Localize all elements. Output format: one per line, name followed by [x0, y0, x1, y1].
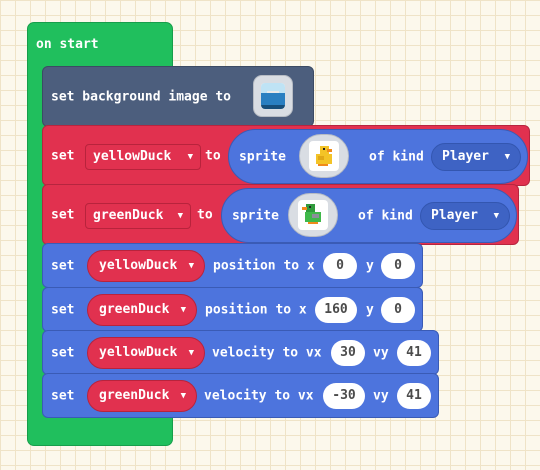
caret-down-icon: ▼: [188, 261, 194, 271]
position-label: position to x: [213, 258, 315, 273]
x-input[interactable]: 0: [323, 253, 357, 279]
caret-down-icon: ▼: [504, 152, 510, 162]
set-label: set: [51, 148, 75, 163]
set-position-yellow-duck-block[interactable]: set yellowDuck ▼ position to x 0 y 0: [42, 243, 423, 288]
kind-dropdown[interactable]: Player ▼: [420, 202, 510, 230]
kind-dropdown[interactable]: Player ▼: [431, 143, 521, 171]
to-label: to: [197, 207, 213, 222]
sprite-of-kind-block[interactable]: sprite of kind Player ▼: [228, 129, 528, 184]
variable-name: yellowDuck: [93, 149, 172, 164]
background-image-icon: [261, 83, 285, 109]
set-velocity-green-duck-block[interactable]: set greenDuck ▼ velocity to vx -30 vy 41: [42, 373, 439, 418]
set-label: set: [51, 302, 75, 317]
vx-input[interactable]: -30: [323, 383, 365, 409]
variable-name: greenDuck: [93, 208, 164, 223]
set-position-green-duck-block[interactable]: set greenDuck ▼ position to x 160 y 0: [42, 287, 423, 332]
vy-input[interactable]: 41: [397, 340, 431, 366]
variable-dropdown-yellow-duck[interactable]: yellowDuck ▼: [87, 337, 205, 369]
create-green-duck-block[interactable]: set greenDuck ▼ to sprite of kind Player…: [42, 184, 519, 245]
variable-dropdown-green-duck[interactable]: greenDuck ▼: [85, 203, 191, 229]
caret-down-icon: ▼: [187, 152, 193, 162]
kind-value: Player: [442, 149, 489, 164]
vx-input[interactable]: 30: [331, 340, 365, 366]
variable-dropdown-yellow-duck[interactable]: yellowDuck ▼: [85, 144, 201, 170]
set-label: set: [51, 345, 75, 360]
sprite-label: sprite: [232, 208, 279, 223]
y-label: y: [366, 302, 374, 317]
variable-dropdown-green-duck[interactable]: greenDuck ▼: [87, 294, 197, 326]
caret-down-icon: ▼: [180, 391, 186, 401]
sprite-of-kind-block[interactable]: sprite of kind Player ▼: [221, 188, 517, 243]
vy-input[interactable]: 41: [397, 383, 431, 409]
green-duck-sprite-thumbnail[interactable]: [288, 193, 338, 237]
vy-label: vy: [373, 345, 389, 360]
kind-value: Player: [431, 208, 478, 223]
caret-down-icon: ▼: [493, 211, 499, 221]
yellow-duck-sprite-thumbnail[interactable]: [299, 134, 349, 178]
caret-down-icon: ▼: [177, 211, 183, 221]
velocity-label: velocity to vx: [212, 345, 322, 360]
vy-label: vy: [373, 388, 389, 403]
create-yellow-duck-block[interactable]: set yellowDuck ▼ to sprite of kind Playe…: [42, 125, 530, 186]
sprite-label: sprite: [239, 149, 286, 164]
green-duck-sprite-icon: [298, 200, 328, 230]
background-image-thumbnail[interactable]: [253, 75, 293, 117]
y-input[interactable]: 0: [381, 253, 415, 279]
caret-down-icon: ▼: [188, 348, 194, 358]
variable-name: yellowDuck: [99, 345, 178, 360]
variable-name: greenDuck: [99, 302, 170, 317]
variable-dropdown-yellow-duck[interactable]: yellowDuck ▼: [87, 250, 205, 282]
set-background-label: set background image to: [51, 89, 232, 104]
of-kind-label: of kind: [358, 208, 413, 223]
yellow-duck-sprite-icon: [309, 141, 339, 171]
on-start-label: on start: [36, 37, 99, 52]
velocity-label: velocity to vx: [204, 388, 314, 403]
y-label: y: [366, 258, 374, 273]
caret-down-icon: ▼: [180, 305, 186, 315]
set-label: set: [51, 388, 75, 403]
set-label: set: [51, 207, 75, 222]
set-label: set: [51, 258, 75, 273]
to-label: to: [205, 148, 221, 163]
variable-dropdown-green-duck[interactable]: greenDuck ▼: [87, 380, 197, 412]
variable-name: greenDuck: [99, 388, 170, 403]
variable-name: yellowDuck: [99, 258, 178, 273]
set-velocity-yellow-duck-block[interactable]: set yellowDuck ▼ velocity to vx 30 vy 41: [42, 330, 439, 375]
set-background-block[interactable]: set background image to: [42, 66, 314, 127]
x-input[interactable]: 160: [315, 297, 357, 323]
of-kind-label: of kind: [369, 149, 424, 164]
y-input[interactable]: 0: [381, 297, 415, 323]
position-label: position to x: [205, 302, 307, 317]
